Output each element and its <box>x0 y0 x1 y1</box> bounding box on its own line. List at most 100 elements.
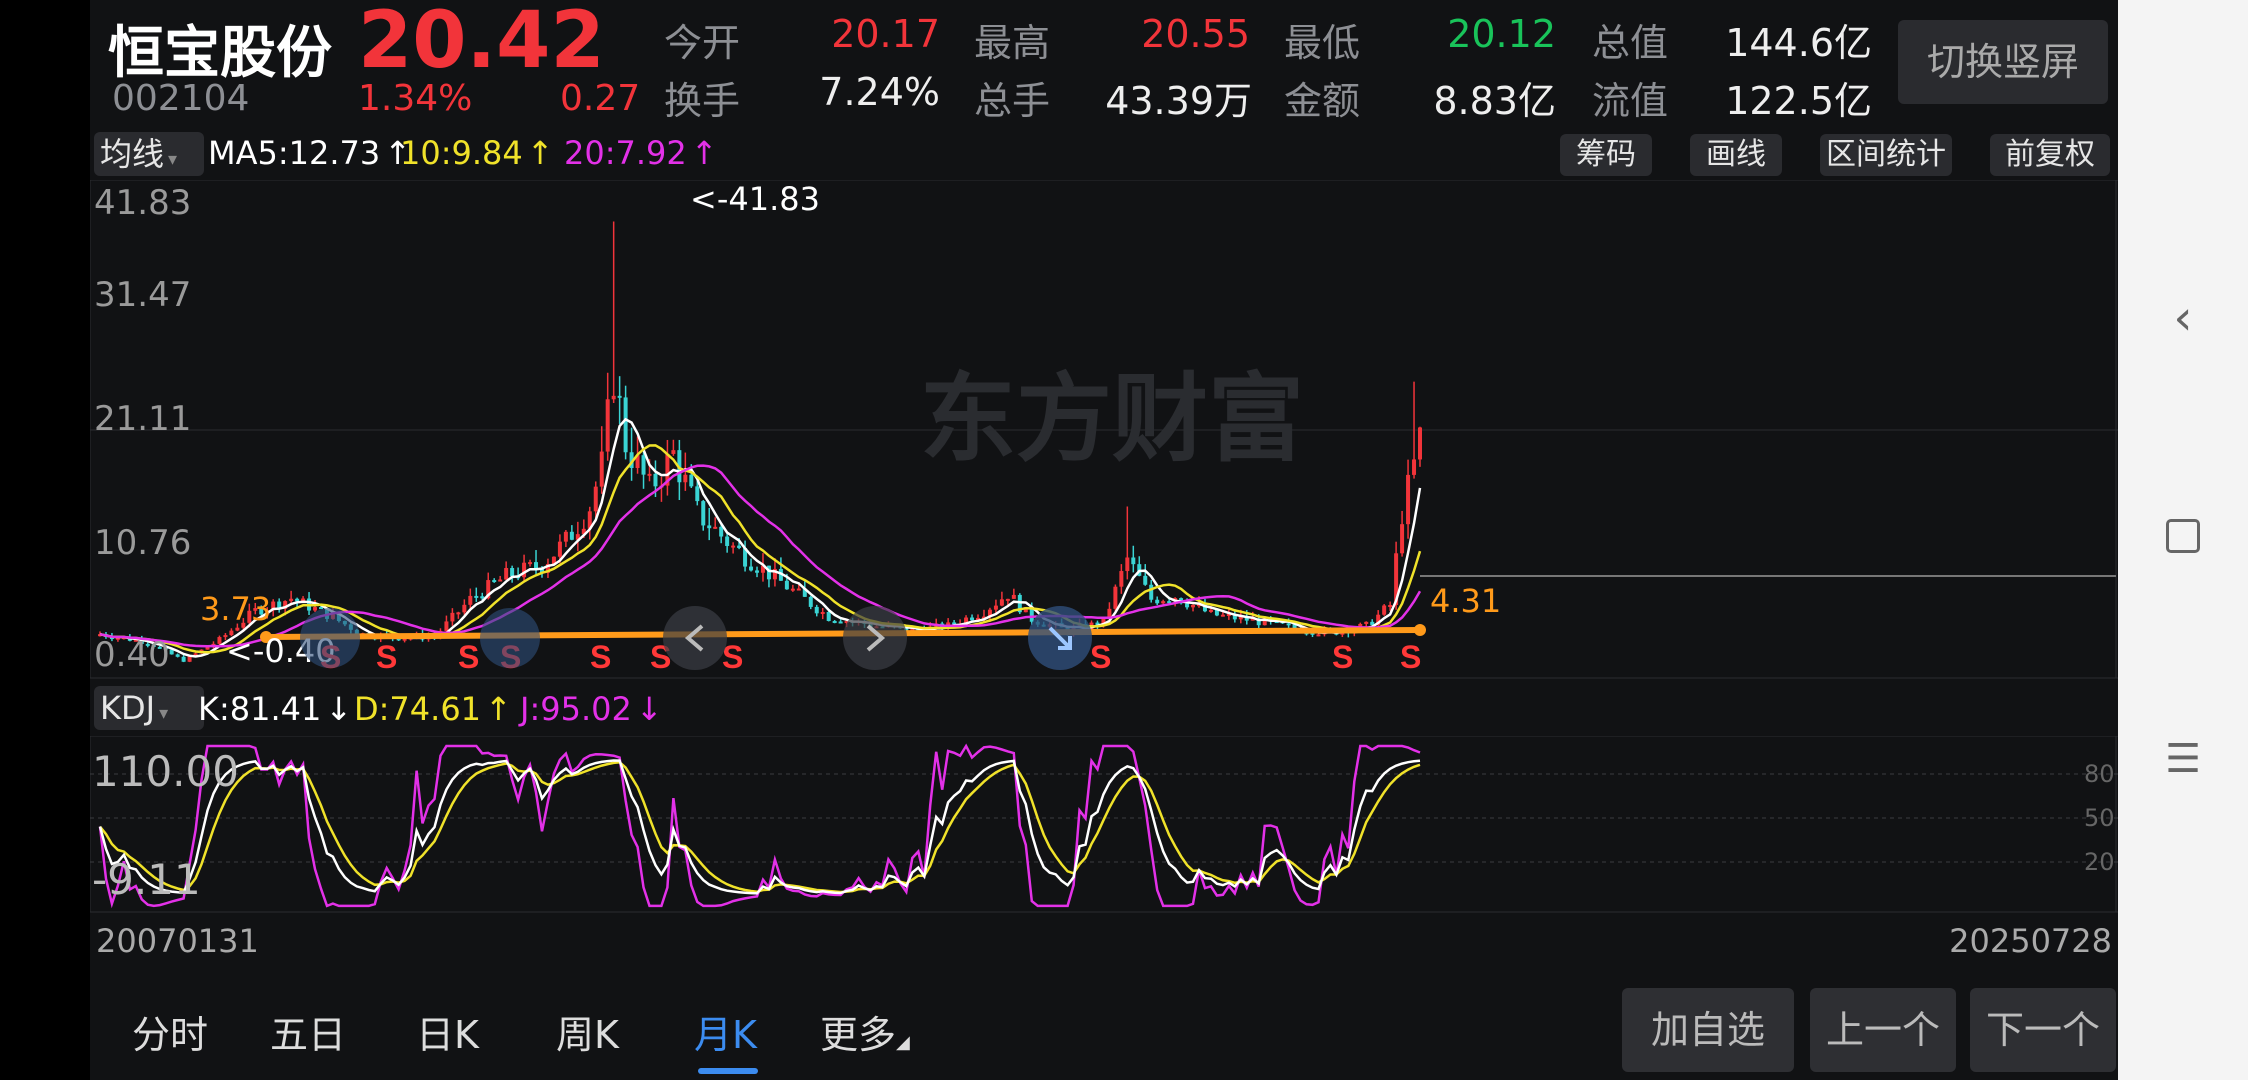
tab-monthly-k[interactable]: 月K <box>694 1004 757 1059</box>
candle-body <box>480 596 485 599</box>
candle-body <box>970 617 975 621</box>
add-watchlist-button[interactable]: 加自选 <box>1622 988 1794 1072</box>
candle-body <box>1316 634 1321 637</box>
candle-body <box>1155 599 1160 604</box>
candle-body <box>510 568 515 577</box>
tab-daily-k[interactable]: 日K <box>416 1004 479 1059</box>
amount-value: 8.83亿 <box>1433 79 1556 123</box>
kdj-d-legend: D:74.61 ↑ <box>354 690 512 728</box>
zoom-in-icon[interactable] <box>1028 606 1092 670</box>
candle-body <box>814 606 819 614</box>
change-pct: 1.34% <box>358 78 473 119</box>
sell-signal-marker: S <box>376 639 397 675</box>
candle-body <box>999 599 1004 606</box>
kdj-y-bottom: -9.11 <box>92 855 201 904</box>
candle-body <box>450 612 455 622</box>
scroll-left-icon[interactable] <box>663 606 727 670</box>
candle-body <box>1286 623 1291 626</box>
tab-five-day[interactable]: 五日 <box>270 1004 346 1059</box>
candle-body <box>719 526 724 537</box>
active-tab-indicator <box>698 1068 758 1074</box>
kdj-select[interactable]: KDJ ▾ <box>94 686 204 730</box>
candle-body <box>444 621 449 631</box>
square-icon[interactable] <box>2118 510 2248 564</box>
candle-body <box>1400 524 1405 554</box>
zoom-out-icon[interactable] <box>480 608 540 668</box>
candle-body <box>175 654 180 657</box>
kdj-k-legend: K:81.41 ↓ <box>198 690 353 728</box>
candle-body <box>289 598 294 602</box>
candle-body <box>993 605 998 610</box>
candle-body <box>1131 557 1136 565</box>
candle-body <box>647 473 652 476</box>
candle-body <box>563 531 568 542</box>
ma-select[interactable]: 均线 ▾ <box>94 132 204 176</box>
kdj-k-line <box>98 759 1421 895</box>
kdj-select-label: KDJ <box>100 689 156 727</box>
candle-body <box>1220 614 1225 617</box>
float-label: 流值 <box>1592 79 1669 123</box>
candle-body <box>557 541 562 557</box>
candle-body <box>504 568 509 580</box>
kdj-chart[interactable]: 110.00 -9.11 80 50 20 <box>90 736 2118 914</box>
change-value: 0.27 <box>560 78 641 119</box>
candle-body <box>749 566 754 571</box>
candle-body <box>456 612 461 615</box>
candle-body <box>611 395 616 400</box>
ma-select-label: 均线 <box>100 135 165 173</box>
candle-body <box>617 395 622 398</box>
candle-body <box>1418 427 1422 460</box>
float-value: 122.5亿 <box>1725 79 1872 123</box>
candle-body <box>181 656 186 662</box>
next-stock-button[interactable]: 下一个 <box>1970 988 2116 1072</box>
candle-body <box>205 647 210 650</box>
tab-more[interactable]: 更多◢ <box>820 1004 910 1059</box>
y-label-3: 21.11 <box>94 399 191 439</box>
kdj-level-50: 50 <box>2084 804 2115 832</box>
candle-body <box>599 451 604 487</box>
open-value: 20.17 <box>831 12 940 56</box>
stock-name: 恒宝股份 <box>108 21 332 86</box>
candle-body <box>1143 575 1148 585</box>
candle-body <box>820 611 825 614</box>
chips-button[interactable]: 筹码 <box>1560 134 1652 176</box>
candle-body <box>796 588 801 591</box>
candle-body <box>492 580 497 583</box>
previous-stock-button[interactable]: 上一个 <box>1810 988 1956 1072</box>
tab-intraday[interactable]: 分时 <box>132 1004 208 1059</box>
draw-line-button[interactable]: 画线 <box>1690 134 1782 176</box>
candle-body <box>1191 604 1196 608</box>
candle-body <box>462 604 467 613</box>
back-chevron-icon[interactable]: ‹ <box>2118 290 2248 346</box>
menu-icon[interactable]: ☰ <box>2118 736 2248 782</box>
low-value: 20.12 <box>1447 12 1556 56</box>
candle-body <box>1185 603 1190 608</box>
zoom-out-icon-2[interactable] <box>300 608 360 668</box>
candle-body <box>713 526 718 529</box>
candle-body <box>641 455 646 475</box>
stock-app: 恒宝股份 20.42 002104 1.34% 0.27 今开 20.17 最高… <box>90 0 2118 1080</box>
candle-body <box>1364 621 1369 624</box>
sell-signal-marker: S <box>590 639 611 675</box>
kdj-level-80: 80 <box>2084 760 2115 788</box>
candle-body <box>593 486 598 512</box>
candle-body <box>498 579 503 582</box>
scroll-right-icon[interactable] <box>843 606 907 670</box>
amount-label: 金额 <box>1284 79 1361 123</box>
chart-watermark: 东方财富 <box>920 363 1304 475</box>
candle-body <box>217 637 222 644</box>
candle-body <box>474 595 479 598</box>
dropdown-icon: ▾ <box>168 149 178 170</box>
range-stats-button[interactable]: 区间统计 <box>1820 134 1952 176</box>
candle-body <box>826 611 831 621</box>
candle-body <box>569 531 574 540</box>
y-label-top: 41.83 <box>94 183 191 223</box>
tab-weekly-k[interactable]: 周K <box>556 1004 619 1059</box>
candle-body <box>838 621 843 624</box>
candle-body <box>683 474 688 483</box>
volume-label: 总手 <box>974 79 1051 123</box>
candle-body <box>1149 584 1154 600</box>
candlestick-chart[interactable]: 东方财富 3.73 4.31 41.83 31.47 21.11 10.76 0… <box>90 180 2118 680</box>
switch-portrait-button[interactable]: 切换竖屏 <box>1898 20 2108 104</box>
pre-adjust-button[interactable]: 前复权 <box>1990 134 2110 176</box>
